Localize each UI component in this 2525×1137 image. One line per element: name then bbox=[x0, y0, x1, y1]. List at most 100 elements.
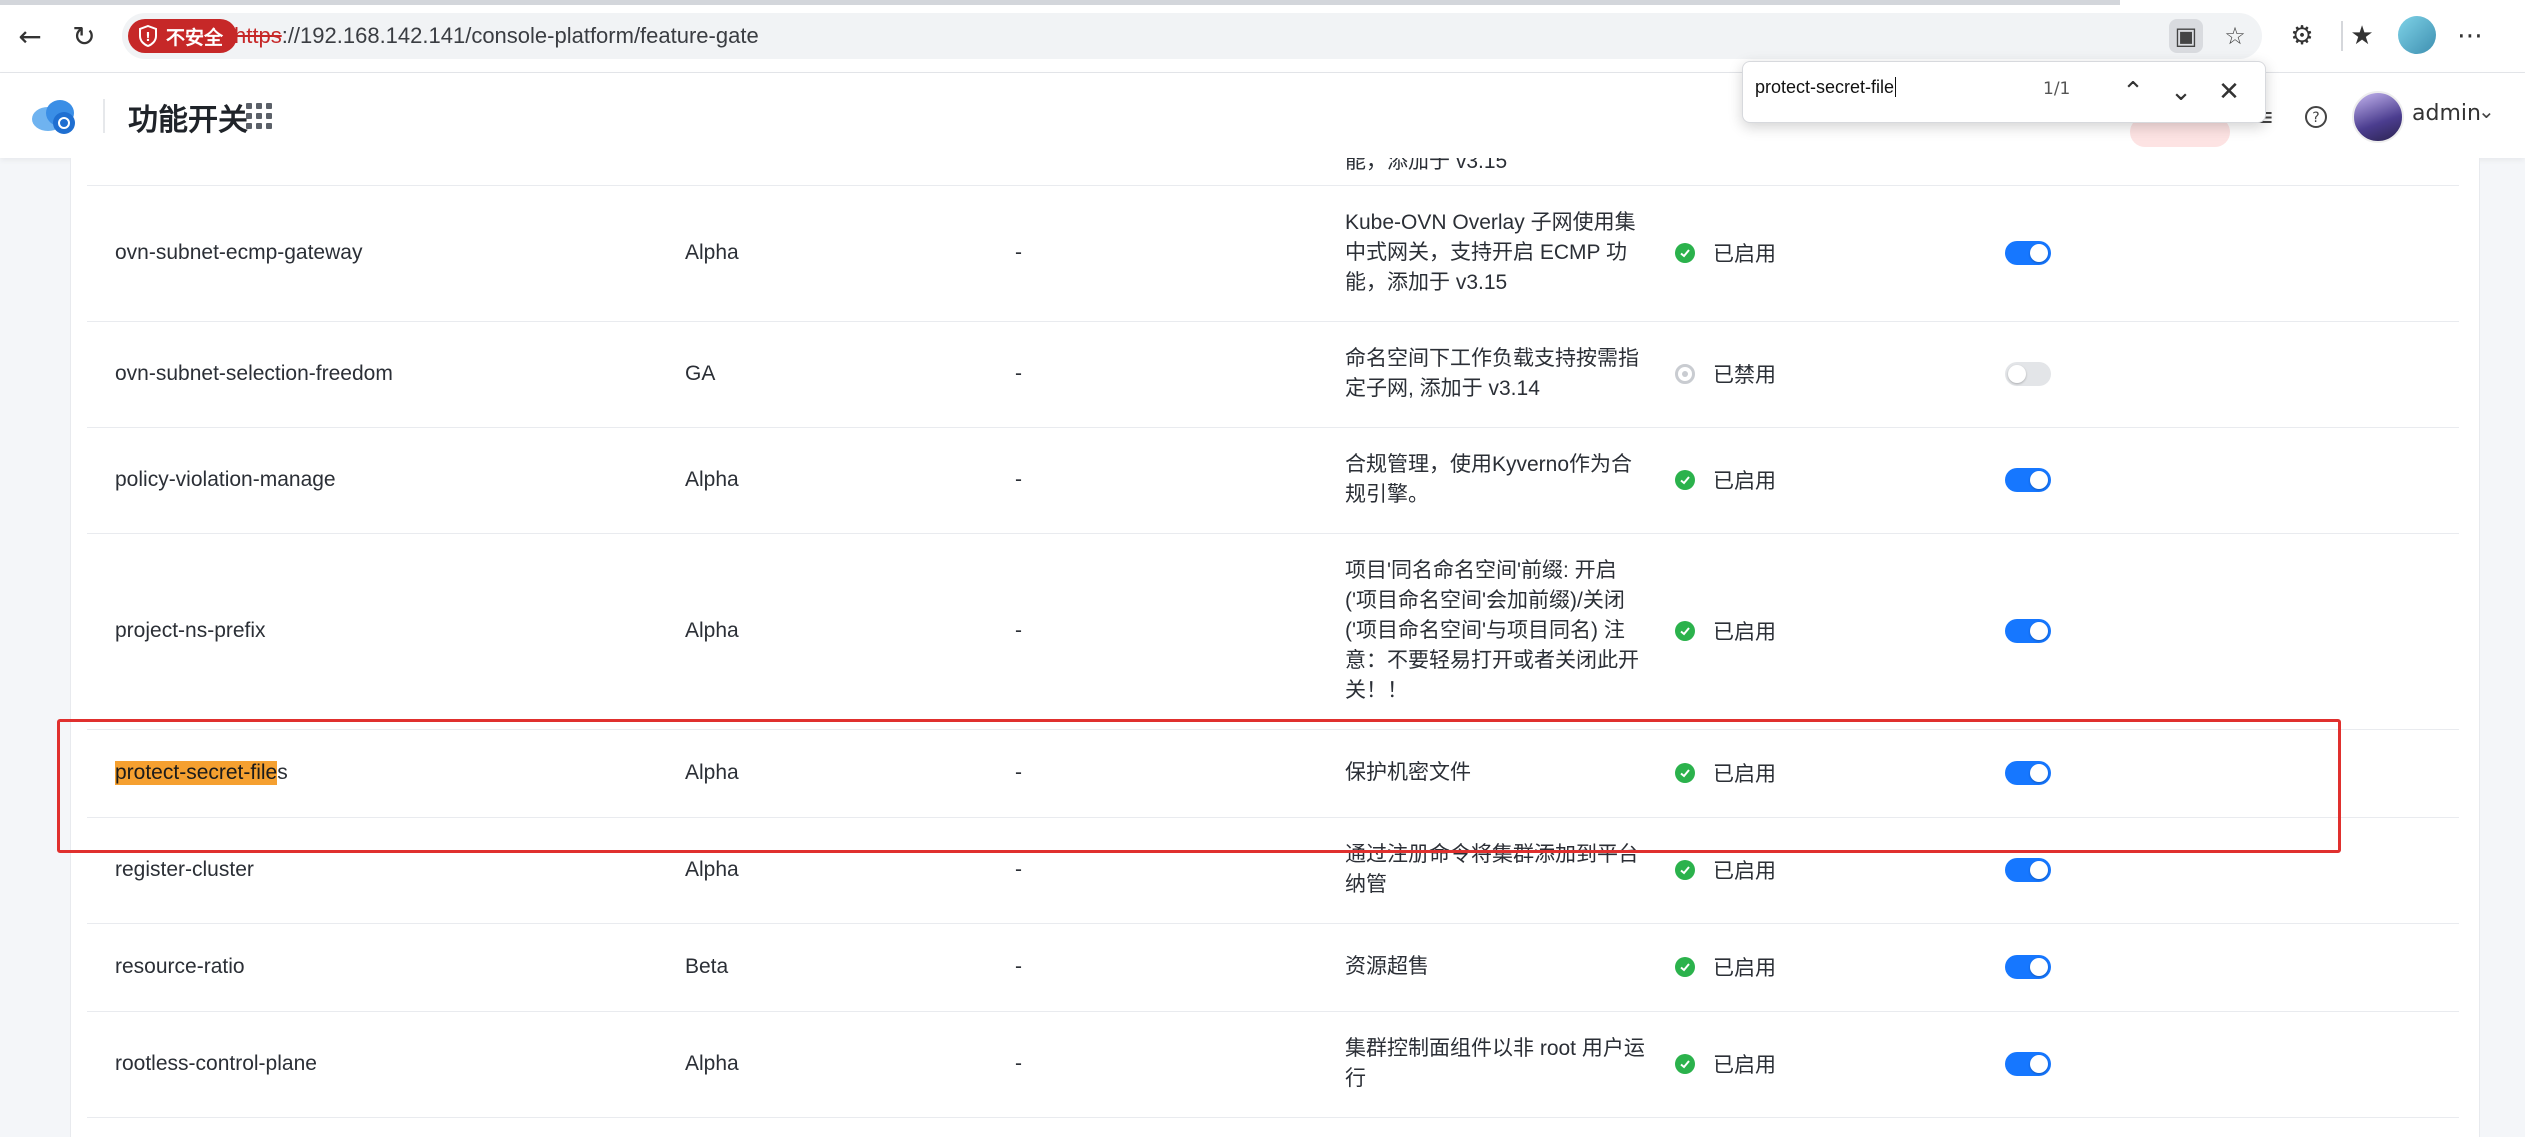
find-next-icon[interactable]: ⌄ bbox=[2163, 74, 2199, 110]
status-text: 已启用 bbox=[1713, 470, 1776, 493]
feature-gate-card: 能，添加于 v3.15 ovn-subnet-ecmp-gateway Alph… bbox=[70, 158, 2480, 1137]
favorite-star-icon[interactable]: ☆ bbox=[2218, 19, 2252, 53]
status-cell: 已启用 bbox=[1675, 817, 1915, 923]
shield-warning-icon: ! bbox=[139, 25, 157, 47]
feature-name: project-ns-prefix bbox=[115, 619, 266, 642]
toggle-cell bbox=[2005, 923, 2105, 1011]
dependency-cell: - bbox=[1015, 761, 1022, 784]
url-scheme: https bbox=[234, 23, 282, 48]
platform-logo-icon[interactable] bbox=[28, 93, 80, 137]
feature-toggle[interactable] bbox=[2005, 362, 2051, 386]
profile-avatar-icon[interactable] bbox=[2398, 16, 2436, 54]
dependency-cell: - bbox=[1015, 362, 1022, 385]
description-cell: Kube-OVN Overlay 子网使用集中式网关，支持开启 ECMP 功能，… bbox=[1345, 211, 1636, 294]
status-cell: 已启用 bbox=[1675, 533, 1915, 729]
chevron-down-icon[interactable]: ⌄ bbox=[2478, 99, 2495, 123]
status-cell: 已启用 bbox=[1675, 185, 1915, 321]
feature-toggle[interactable] bbox=[2005, 468, 2051, 492]
find-input[interactable]: protect-secret-file bbox=[1755, 77, 2055, 98]
feature-name: ovn-subnet-ecmp-gateway bbox=[115, 241, 363, 264]
stage-cell: Alpha bbox=[685, 241, 739, 264]
status-cell: 已启用 bbox=[1675, 427, 1915, 533]
stage-cell: Alpha bbox=[685, 468, 739, 491]
stage-cell: Beta bbox=[685, 955, 729, 978]
disabled-circle-icon bbox=[1675, 364, 1695, 384]
status-cell: 已启用 bbox=[1675, 923, 1915, 1011]
close-icon[interactable]: ✕ bbox=[2211, 74, 2247, 110]
check-circle-icon bbox=[1675, 860, 1695, 880]
feature-name: register-cluster bbox=[115, 858, 254, 881]
find-match-highlight: protect-secret-file bbox=[115, 761, 278, 785]
status-text: 已启用 bbox=[1713, 763, 1776, 786]
more-options-icon[interactable]: ⋯ bbox=[2450, 16, 2490, 56]
description-cell: 命名空间下工作负载支持按需指定子网, 添加于 v3.14 bbox=[1345, 347, 1639, 400]
status-text: 已启用 bbox=[1713, 621, 1776, 644]
toggle-cell bbox=[2005, 817, 2105, 923]
description-cell: 保护机密文件 bbox=[1345, 761, 1471, 784]
feature-toggle[interactable] bbox=[2005, 1052, 2051, 1076]
stage-cell: Alpha bbox=[685, 761, 739, 784]
user-avatar[interactable] bbox=[2352, 91, 2404, 143]
feature-name: ovn-subnet-selection-freedom bbox=[115, 362, 393, 385]
table-row: ovn-subnet-ecmp-gateway Alpha - Kube-OVN… bbox=[87, 185, 2459, 322]
toggle-cell bbox=[2005, 321, 2105, 427]
insecure-label: 不安全 bbox=[166, 26, 224, 49]
status-cell: 已启用 bbox=[1675, 1011, 1915, 1117]
toggle-cell bbox=[2005, 729, 2105, 817]
extensions-icon[interactable]: ⚙ bbox=[2282, 16, 2322, 56]
description-cell: 集群控制面组件以非 root 用户运行 bbox=[1345, 1037, 1645, 1090]
app-switcher-icon[interactable] bbox=[246, 103, 272, 129]
description-cell: 通过注册命令将集群添加到平台纳管 bbox=[1345, 843, 1639, 896]
status-text: 已启用 bbox=[1713, 860, 1776, 883]
dependency-cell: - bbox=[1015, 1052, 1022, 1075]
feature-toggle[interactable] bbox=[2005, 858, 2051, 882]
address-bar[interactable]: ! 不安全 https://192.168.142.141/console-pl… bbox=[122, 13, 2262, 59]
toggle-cell bbox=[2005, 1011, 2105, 1117]
page-title: 功能开关 bbox=[128, 103, 248, 138]
check-circle-icon bbox=[1675, 763, 1695, 783]
translate-icon[interactable]: ▣ bbox=[2169, 19, 2203, 53]
toggle-cell bbox=[2005, 427, 2105, 533]
status-text: 已启用 bbox=[1713, 957, 1776, 980]
feature-name: policy-violation-manage bbox=[115, 468, 336, 491]
dependency-cell: - bbox=[1015, 619, 1022, 642]
check-circle-icon bbox=[1675, 621, 1695, 641]
url-text[interactable]: https://192.168.142.141/console-platform… bbox=[234, 23, 759, 49]
svg-text:?: ? bbox=[2312, 110, 2319, 126]
back-icon[interactable]: ← bbox=[10, 16, 50, 56]
favorites-icon[interactable]: ★ bbox=[2342, 16, 2382, 56]
status-text: 已禁用 bbox=[1713, 364, 1776, 387]
feature-toggle[interactable] bbox=[2005, 241, 2051, 265]
feature-name-rest: s bbox=[277, 761, 288, 784]
table-row: resource-ratio Beta - 资源超售 已启用 bbox=[87, 923, 2459, 1012]
stage-cell: Alpha bbox=[685, 858, 739, 881]
check-circle-icon bbox=[1675, 470, 1695, 490]
find-previous-icon[interactable]: ⌃ bbox=[2115, 74, 2151, 110]
dependency-cell: - bbox=[1015, 858, 1022, 881]
header-divider bbox=[103, 99, 105, 133]
stage-cell: GA bbox=[685, 362, 716, 385]
table-row: rootless-control-plane Alpha - 集群控制面组件以非… bbox=[87, 1011, 2459, 1118]
find-match-count: 1/1 bbox=[2043, 79, 2071, 99]
user-name[interactable]: admin bbox=[2412, 101, 2481, 126]
check-circle-icon bbox=[1675, 1054, 1695, 1074]
table-row: register-cluster Alpha - 通过注册命令将集群添加到平台纳… bbox=[87, 817, 2459, 924]
feature-toggle[interactable] bbox=[2005, 619, 2051, 643]
status-cell: 已禁用 bbox=[1675, 321, 1915, 427]
browser-tab-strip bbox=[0, 0, 2120, 5]
svg-text:!: ! bbox=[145, 30, 150, 44]
description-cell: 资源超售 bbox=[1345, 955, 1429, 978]
insecure-badge[interactable]: ! 不安全 bbox=[128, 19, 238, 53]
table-row: ovn-subnet-selection-freedom GA - 命名空间下工… bbox=[87, 321, 2459, 428]
dependency-cell: - bbox=[1015, 241, 1022, 264]
table-row: protect-secret-file s Alpha - 保护机密文件 已启用 bbox=[87, 729, 2459, 818]
dependency-cell: - bbox=[1015, 955, 1022, 978]
status-text: 已启用 bbox=[1713, 243, 1776, 266]
feature-toggle[interactable] bbox=[2005, 761, 2051, 785]
feature-toggle[interactable] bbox=[2005, 955, 2051, 979]
table-row: policy-violation-manage Alpha - 合规管理，使用K… bbox=[87, 427, 2459, 534]
feature-name: resource-ratio bbox=[115, 955, 245, 978]
check-circle-icon bbox=[1675, 243, 1695, 263]
help-icon[interactable]: ? bbox=[2300, 101, 2332, 133]
reload-icon[interactable]: ↻ bbox=[64, 16, 104, 56]
